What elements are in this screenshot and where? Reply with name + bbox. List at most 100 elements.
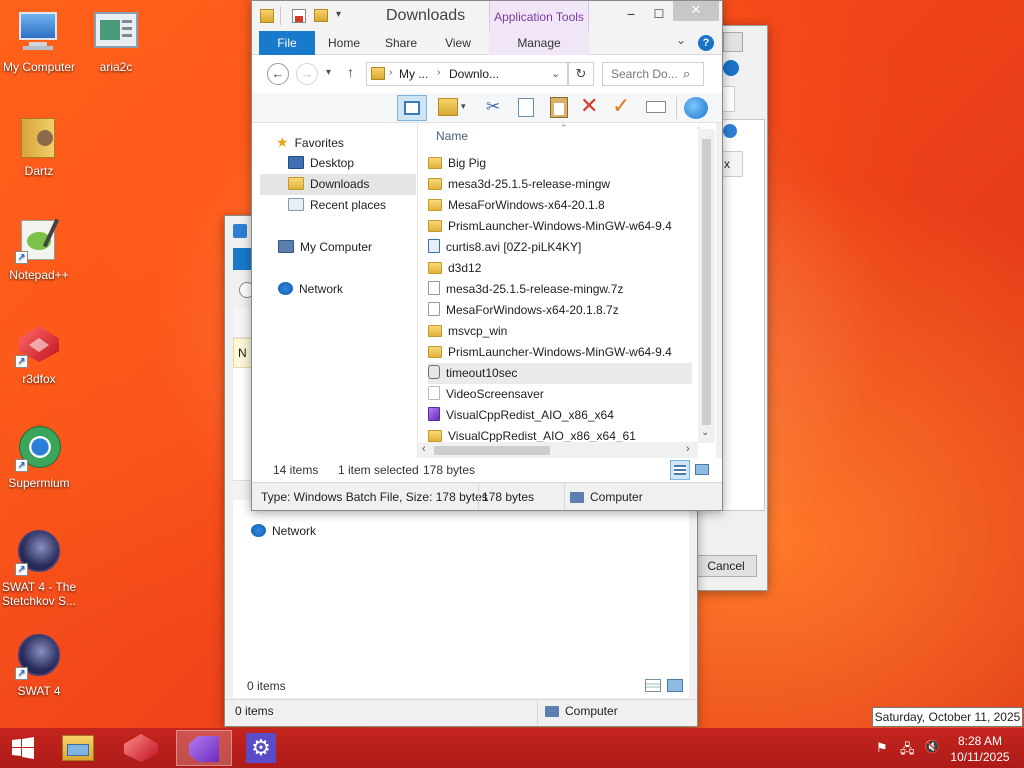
- swat4-icon: ↗: [15, 528, 63, 576]
- file-row[interactable]: d3d12: [428, 258, 692, 279]
- taskbar-visual-studio[interactable]: [176, 730, 232, 766]
- nav-network[interactable]: Network: [251, 524, 316, 538]
- nav-recent-places[interactable]: Recent places: [288, 195, 386, 216]
- file-row[interactable]: VisualCppRedist_AIO_x86_x64: [428, 405, 692, 426]
- file-row[interactable]: mesa3d-25.1.5-release-mingw.7z: [428, 279, 692, 300]
- search-input[interactable]: Search Do...: [611, 67, 678, 81]
- customize-quick-access-icon[interactable]: ▾: [336, 9, 341, 20]
- preview-pane-button[interactable]: [397, 95, 427, 121]
- desktop-icon-dartz[interactable]: Dartz: [0, 112, 81, 178]
- file-row[interactable]: VideoScreensaver: [428, 384, 692, 405]
- file-icon: [428, 281, 440, 295]
- start-button[interactable]: [0, 730, 46, 766]
- breadcrumb-separator-icon: ›: [389, 67, 393, 78]
- scrollbar-thumb[interactable]: [702, 139, 711, 425]
- taskbar-file-explorer[interactable]: [50, 730, 106, 766]
- desktop-icon-label: r3dfox: [22, 372, 56, 386]
- file-row[interactable]: PrismLauncher-Windows-MinGW-w64-9.4: [428, 216, 692, 237]
- address-bar[interactable]: › My ... › Downlo... ⌄: [366, 62, 568, 86]
- tab-manage[interactable]: Manage: [489, 31, 589, 55]
- nav-downloads[interactable]: Downloads: [260, 174, 416, 195]
- recent-locations-icon[interactable]: ▾: [326, 67, 331, 78]
- vertical-scrollbar[interactable]: ⌄: [698, 129, 715, 443]
- forward-button[interactable]: →: [296, 63, 318, 85]
- nav-my-computer[interactable]: My Computer: [278, 237, 372, 258]
- new-folder-icon[interactable]: [314, 9, 328, 22]
- file-row[interactable]: curtis8.avi [0Z2-piLK4KY]: [428, 237, 692, 258]
- file-row[interactable]: timeout10sec: [428, 363, 692, 384]
- tab-view[interactable]: View: [436, 31, 480, 55]
- taskbar-settings[interactable]: ⚙: [238, 730, 294, 766]
- nav-network[interactable]: Network: [278, 279, 343, 300]
- network-tray-icon[interactable]: 🖧: [900, 740, 915, 762]
- address-dropdown-icon[interactable]: ⌄: [551, 67, 560, 80]
- large-icons-view-icon[interactable]: [667, 679, 683, 692]
- horizontal-scrollbar[interactable]: ‹ ›: [418, 442, 698, 458]
- cancel-button[interactable]: Cancel: [695, 555, 757, 577]
- search-box[interactable]: Search Do... ⌕: [602, 62, 704, 86]
- copy-icon[interactable]: [518, 98, 534, 117]
- search-icon[interactable]: ⌕: [683, 66, 690, 82]
- nav-favorites[interactable]: ★ Favorites: [276, 132, 344, 153]
- paste-icon[interactable]: [550, 97, 568, 118]
- title-bar[interactable]: ▾ Downloads Application Tools − ☐ ✕: [252, 1, 722, 55]
- delete-icon[interactable]: ✕: [580, 93, 598, 119]
- tab-share[interactable]: Share: [378, 31, 424, 55]
- nav-desktop[interactable]: Desktop: [288, 153, 354, 174]
- desktop-icon-supermium[interactable]: ↗ Supermium: [0, 424, 81, 490]
- scroll-right-icon[interactable]: ›: [686, 443, 690, 455]
- details-view-button[interactable]: [670, 460, 690, 480]
- move-to-icon[interactable]: [438, 98, 458, 116]
- action-center-flag-icon[interactable]: ⚑: [876, 740, 888, 756]
- desktop-icon-r3dfox[interactable]: ↗ r3dfox: [0, 320, 81, 386]
- minimize-button[interactable]: −: [617, 3, 645, 27]
- downloads-explorer-window[interactable]: ▾ Downloads Application Tools − ☐ ✕ File…: [251, 0, 723, 511]
- dialog-close-button[interactable]: [723, 32, 743, 52]
- file-row[interactable]: MesaForWindows-x64-20.1.8.7z: [428, 300, 692, 321]
- file-row[interactable]: msvcp_win: [428, 321, 692, 342]
- properties-icon[interactable]: [646, 101, 666, 113]
- cut-icon[interactable]: ✂: [486, 97, 500, 117]
- desktop-icon: [288, 156, 304, 169]
- properties-icon[interactable]: [292, 9, 306, 23]
- details-view-icon[interactable]: [645, 679, 661, 692]
- scrollbar-thumb[interactable]: [434, 446, 550, 455]
- scroll-left-icon[interactable]: ‹: [422, 443, 426, 455]
- dropdown-arrow-icon[interactable]: ▾: [461, 101, 466, 112]
- large-icons-view-button[interactable]: [695, 464, 709, 475]
- user-folder-icon: [15, 112, 63, 160]
- desktop-icon-aria2c[interactable]: aria2c: [74, 8, 158, 74]
- date-tooltip: Saturday, October 11, 2025: [872, 707, 1023, 727]
- tab-home[interactable]: Home: [322, 31, 366, 55]
- shell-icon[interactable]: [684, 97, 708, 119]
- back-button[interactable]: ←: [267, 63, 289, 85]
- tab-file[interactable]: File: [259, 31, 315, 55]
- close-button[interactable]: ✕: [673, 1, 719, 21]
- desktop-icon-notepadpp[interactable]: ↗ Notepad++: [0, 216, 81, 282]
- file-row[interactable]: MesaForWindows-x64-20.1.8: [428, 195, 692, 216]
- refresh-button[interactable]: ↻: [568, 62, 594, 86]
- breadcrumb-downloads[interactable]: Downlo...: [449, 67, 499, 81]
- file-list-pane: Name ⌃ Big Pig mesa3d-25.1.5-release-ming…: [418, 123, 716, 458]
- rename-checkmark-icon[interactable]: ✓: [612, 93, 630, 119]
- maximize-button[interactable]: ☐: [645, 3, 673, 27]
- file-name: VisualCppRedist_AIO_x86_x64: [446, 408, 614, 422]
- desktop-icon-swat4-stetchkov[interactable]: ↗ SWAT 4 - The Stetchkov S...: [0, 528, 81, 608]
- breadcrumb-separator-icon: ›: [437, 67, 441, 78]
- desktop-icon-swat4[interactable]: ↗ SWAT 4: [0, 632, 81, 698]
- file-row[interactable]: Big Pig: [428, 153, 692, 174]
- taskbar-clock[interactable]: 8:28 AM 10/11/2025: [946, 733, 1014, 765]
- ribbon-expand-icon[interactable]: ⌄: [676, 33, 686, 47]
- help-icon[interactable]: ?: [698, 35, 714, 51]
- file-row[interactable]: mesa3d-25.1.5-release-mingw: [428, 174, 692, 195]
- scroll-down-icon[interactable]: ⌄: [701, 427, 709, 438]
- desktop-icon-my-computer[interactable]: My Computer: [0, 8, 81, 74]
- help-icon[interactable]: [723, 60, 739, 76]
- volume-muted-icon[interactable]: 🔇: [924, 739, 940, 755]
- column-header-name[interactable]: Name: [436, 129, 468, 143]
- breadcrumb-my-computer[interactable]: My ...: [399, 67, 428, 81]
- taskbar-r3dfox[interactable]: [114, 730, 170, 766]
- shortcut-arrow-icon: ↗: [15, 563, 28, 576]
- up-button[interactable]: ↑: [347, 64, 354, 80]
- file-row[interactable]: PrismLauncher-Windows-MinGW-w64-9.4: [428, 342, 692, 363]
